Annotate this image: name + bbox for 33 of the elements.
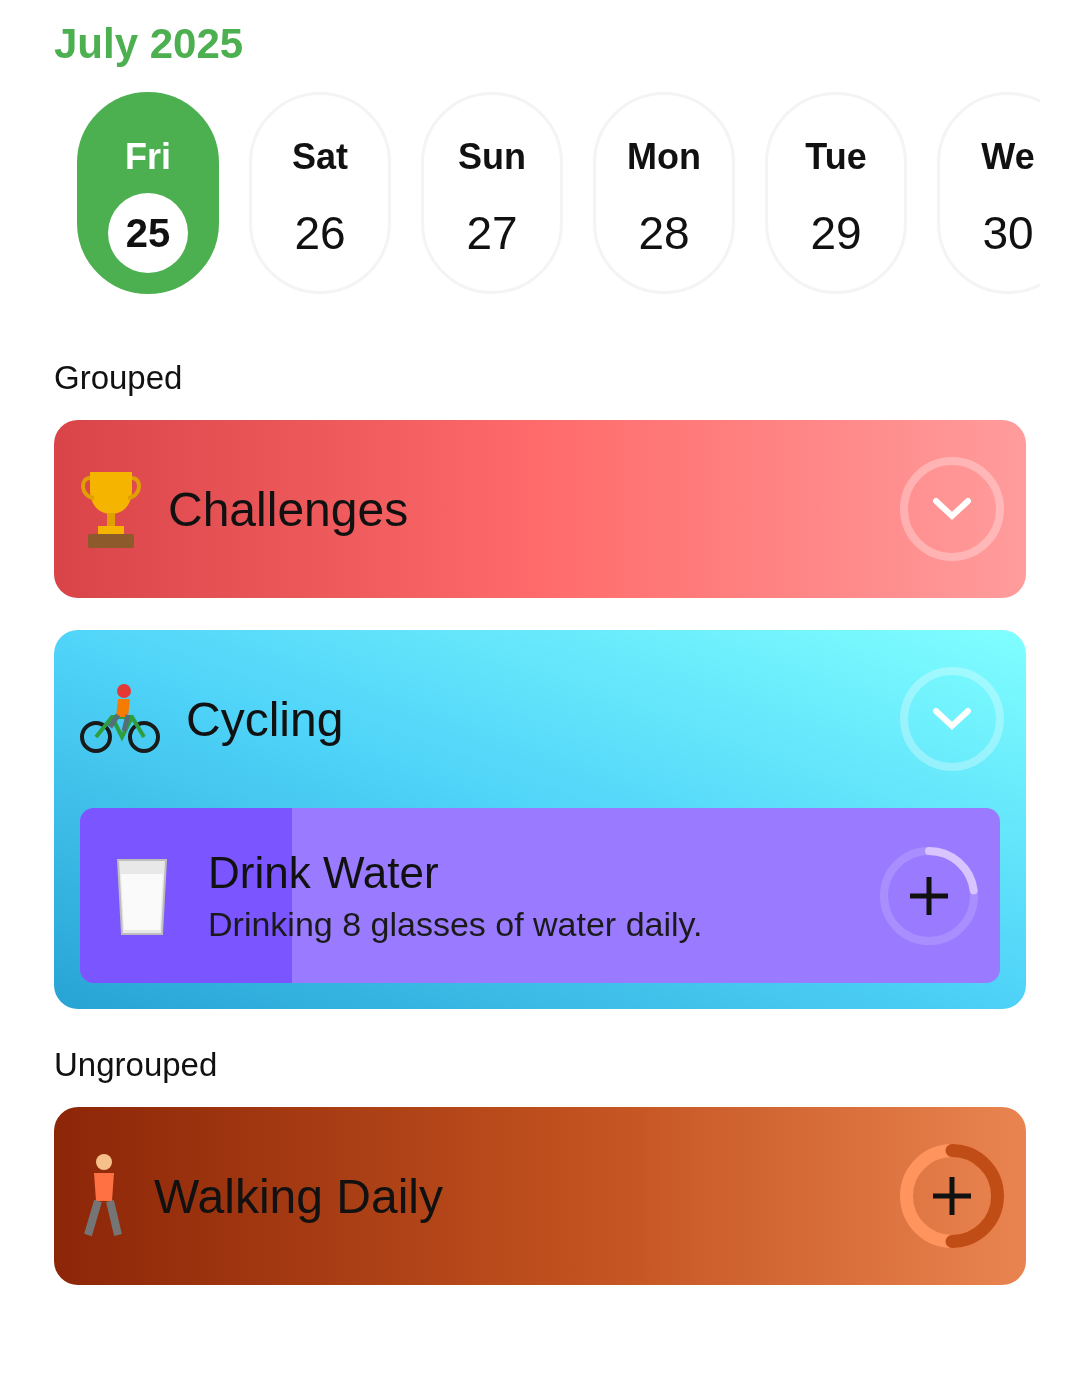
weekday-label: Fri — [125, 135, 171, 179]
habit-title: Walking Daily — [154, 1168, 444, 1224]
habit-card[interactable]: Drink Water Drinking 8 glasses of water daily. — [80, 808, 1000, 983]
date-number: 27 — [465, 206, 519, 261]
habit-title: Drink Water — [208, 846, 440, 899]
weekday-label: Sun — [458, 135, 526, 179]
habit-description: Drinking 8 glasses of water daily. — [208, 903, 704, 945]
cyclist-icon — [80, 683, 160, 755]
add-progress-button[interactable] — [900, 1144, 1004, 1248]
group-title: Cycling — [186, 691, 345, 747]
weekday-label: Mon — [627, 135, 701, 179]
day-tab[interactable]: Sat 26 — [249, 92, 391, 294]
weekday-label: Sat — [292, 135, 348, 179]
day-tab[interactable]: Sun 27 — [421, 92, 563, 294]
date-number: 25 — [108, 193, 188, 273]
date-number: 28 — [637, 206, 691, 261]
date-number: 29 — [809, 206, 863, 261]
group-title: Challenges — [168, 481, 410, 537]
plus-icon — [908, 874, 950, 917]
plus-icon — [931, 1175, 973, 1217]
date-number: 26 — [293, 206, 347, 261]
section-title: Grouped — [54, 358, 184, 398]
day-tab[interactable]: Fri 25 — [77, 92, 219, 294]
day-tab[interactable]: Tue 29 — [765, 92, 907, 294]
weekday-label: Tue — [805, 135, 867, 179]
chevron-down-icon — [932, 707, 972, 731]
weekday-label: We — [981, 135, 1035, 179]
day-tab[interactable]: We 30 — [937, 92, 1040, 294]
section-title: Ungrouped — [54, 1045, 219, 1085]
day-tab[interactable]: Mon 28 — [593, 92, 735, 294]
chevron-down-icon — [932, 497, 972, 521]
date-number: 30 — [981, 206, 1035, 261]
month-title: July 2025 — [54, 19, 245, 69]
